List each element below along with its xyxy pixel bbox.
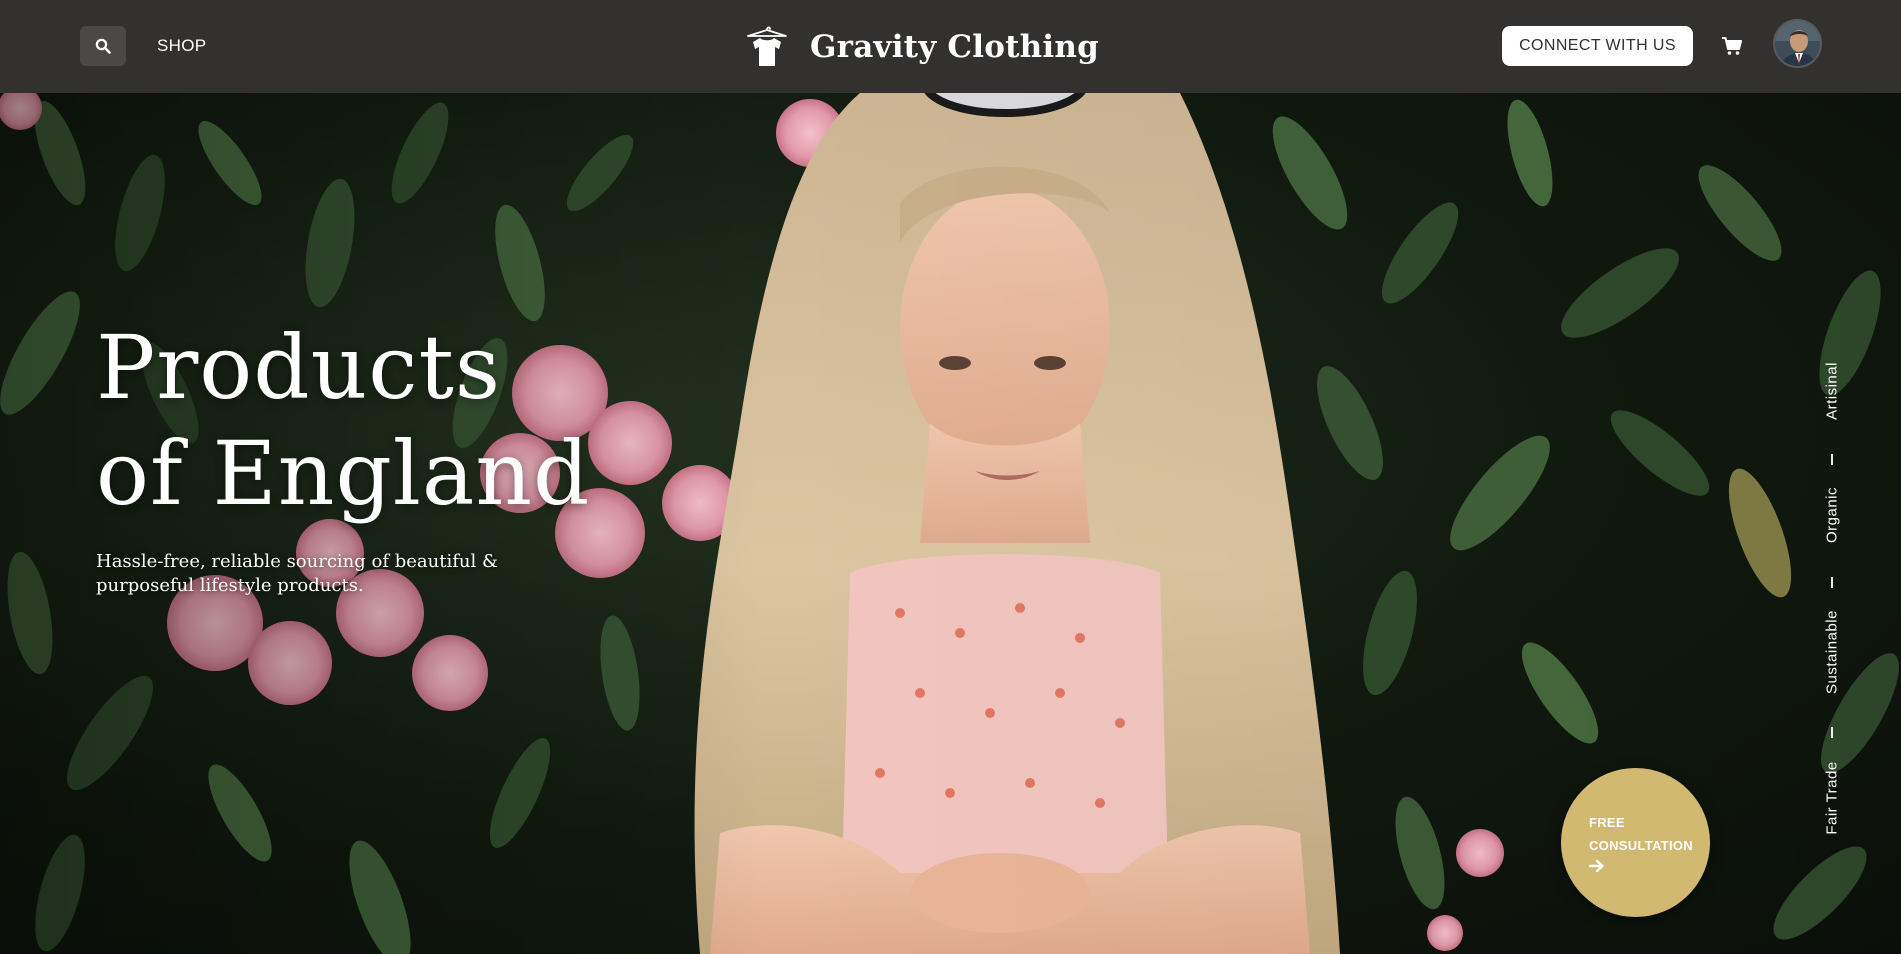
shop-nav-link[interactable]: SHOP	[157, 36, 206, 56]
connect-with-us-button[interactable]: CONNECT WITH US	[1502, 26, 1693, 66]
tag-divider	[1831, 454, 1833, 465]
tag-artisinal: Artisinal	[1823, 362, 1841, 420]
top-navigation-bar: SHOP Gravity Clothing CONNECT WITH US	[0, 0, 1901, 93]
brand-name: Gravity Clothing	[810, 29, 1099, 65]
user-avatar[interactable]	[1773, 19, 1822, 68]
hero-title: Products of England	[96, 315, 590, 527]
tag-divider	[1831, 727, 1833, 738]
tag-fair-trade: Fair Trade	[1823, 761, 1841, 835]
search-icon	[95, 38, 111, 54]
tag-sustainable: Sustainable	[1823, 610, 1841, 694]
hero-section: Products of England Hassle-free, reliabl…	[0, 93, 1901, 954]
cart-icon[interactable]	[1721, 35, 1743, 57]
hero-title-line-1: Products	[96, 316, 502, 419]
free-consultation-button[interactable]: FREE CONSULTATION	[1561, 768, 1710, 917]
hero-title-line-2: of England	[96, 422, 591, 525]
avatar-portrait	[1775, 21, 1820, 66]
tshirt-hanger-logo	[747, 26, 787, 66]
consult-line-1: FREE	[1589, 815, 1625, 830]
consult-line-2: CONSULTATION	[1589, 838, 1693, 853]
tag-organic: Organic	[1823, 486, 1841, 544]
hero-subtitle: Hassle-free, reliable sourcing of beauti…	[96, 551, 498, 596]
brand-home-link[interactable]: Gravity Clothing	[744, 22, 1099, 72]
arrow-right-icon	[1589, 859, 1604, 873]
search-button[interactable]	[80, 26, 126, 66]
tag-divider	[1831, 577, 1833, 588]
values-tag-list: Artisinal Organic Sustainable Fair Trade	[1812, 263, 1852, 843]
